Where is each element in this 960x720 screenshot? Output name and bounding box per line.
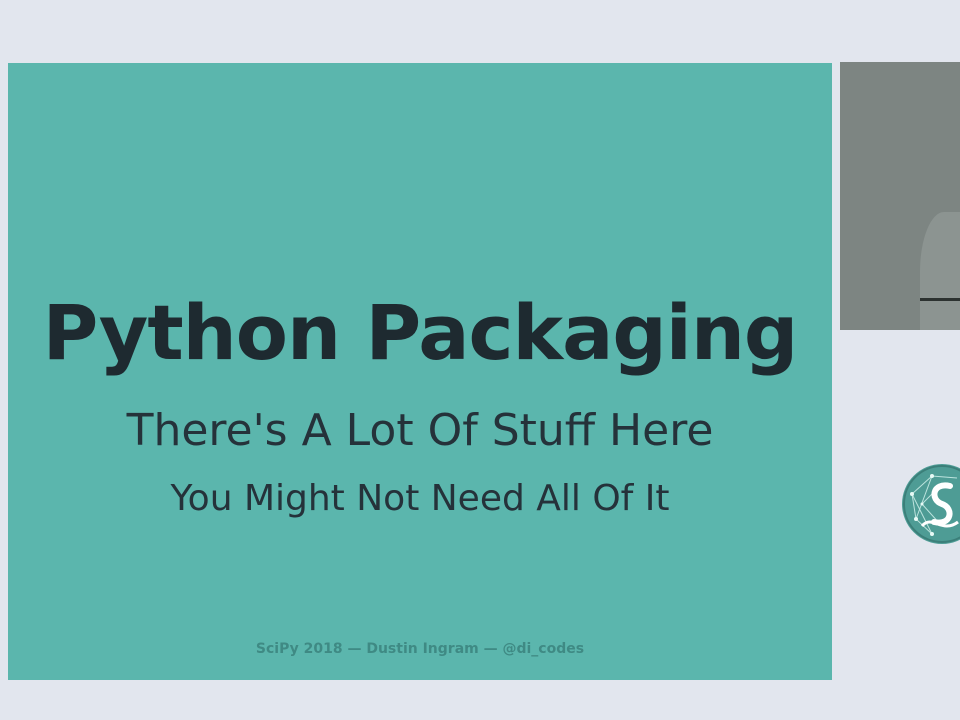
- scipy-logo-graphic: [903, 465, 960, 543]
- presentation-stage: Python Packaging There's A Lot Of Stuff …: [0, 0, 960, 720]
- presentation-slide: Python Packaging There's A Lot Of Stuff …: [8, 63, 832, 680]
- camera-desk-edge: [920, 298, 960, 301]
- slide-subtitle: There's A Lot Of Stuff Here: [126, 405, 714, 456]
- slide-title: Python Packaging: [42, 288, 799, 377]
- slide-tagline: You Might Not Need All Of It: [170, 478, 670, 519]
- scipy-logo-icon: [902, 464, 960, 544]
- camera-shadow: [920, 212, 960, 330]
- speaker-camera-feed: [840, 62, 960, 330]
- slide-footer: SciPy 2018 — Dustin Ingram — @di_codes: [255, 641, 585, 657]
